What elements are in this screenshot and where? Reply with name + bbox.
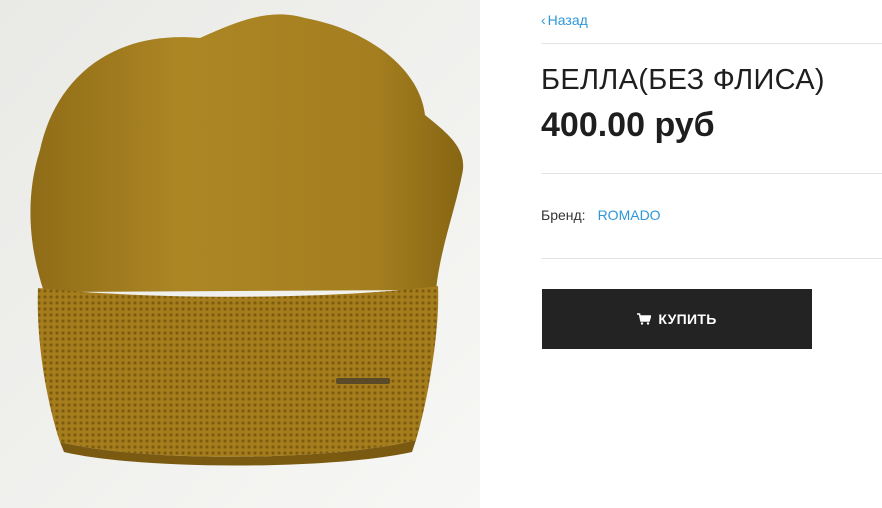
product-price: 400.00 руб xyxy=(541,106,715,144)
back-link[interactable]: ‹ Назад xyxy=(541,12,588,28)
chevron-left-icon: ‹ xyxy=(541,12,546,28)
back-label: Назад xyxy=(547,12,588,28)
product-image xyxy=(0,0,512,508)
buy-label: КУПИТЬ xyxy=(658,311,717,327)
cart-icon xyxy=(637,313,652,325)
product-info: ‹ Назад БЕЛЛА(БЕЗ ФЛИСА) 400.00 руб Брен… xyxy=(541,0,882,508)
brand-link[interactable]: ROMADO xyxy=(598,207,661,223)
brand-label: Бренд: xyxy=(541,207,586,223)
product-title: БЕЛЛА(БЕЗ ФЛИСА) xyxy=(541,64,825,96)
divider xyxy=(541,258,882,259)
hat-photo xyxy=(0,0,512,508)
buy-button[interactable]: КУПИТЬ xyxy=(542,289,812,349)
divider xyxy=(541,173,882,174)
divider xyxy=(541,43,882,44)
brand-row: Бренд: ROMADO xyxy=(541,207,661,223)
